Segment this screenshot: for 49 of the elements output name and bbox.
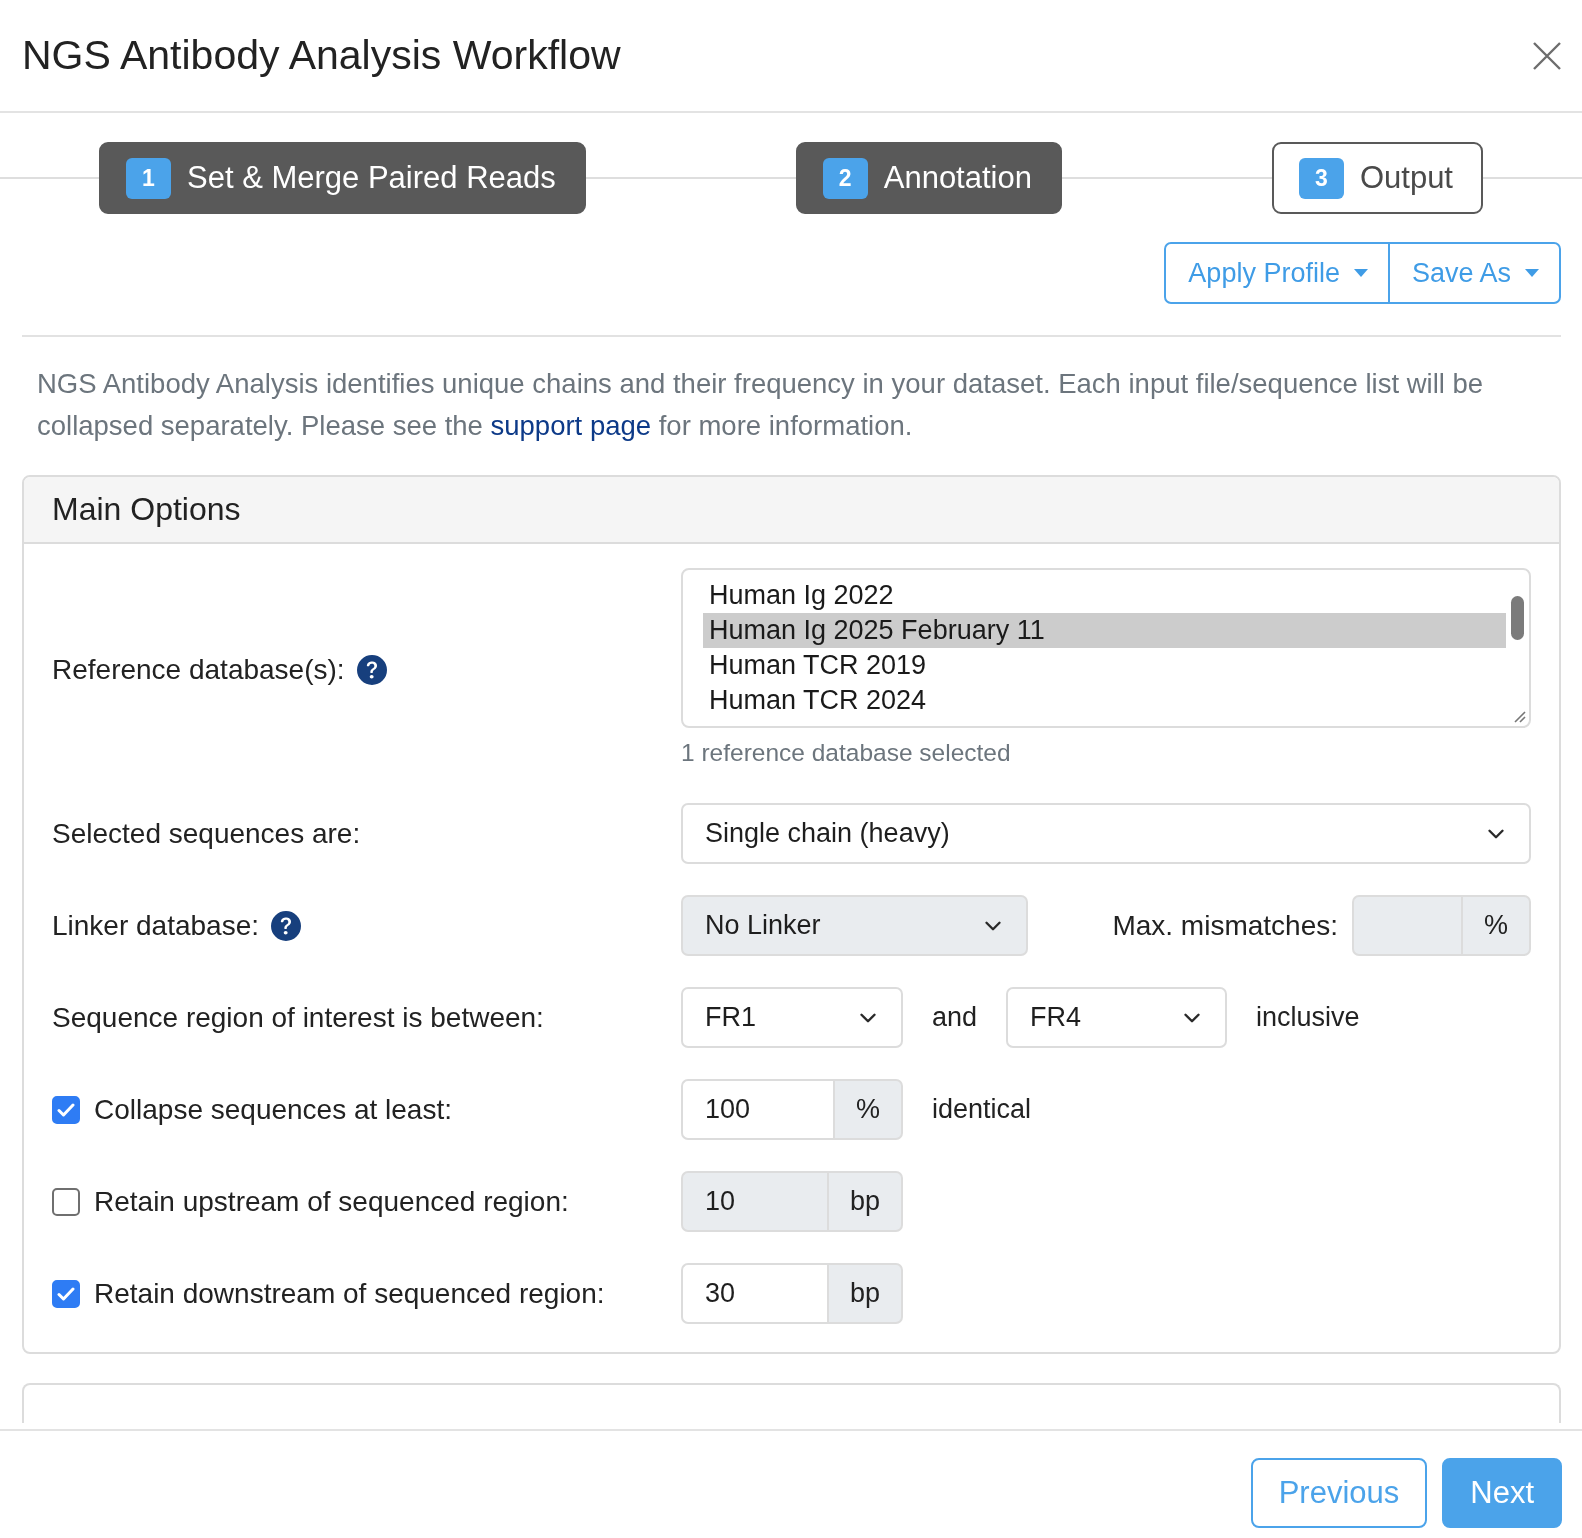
listbox-option[interactable]: Human TCR 2019	[703, 648, 1506, 683]
joiner-text: and	[932, 1002, 978, 1033]
number-input[interactable]: 30	[681, 1263, 827, 1324]
listbox-option[interactable]: Human Ig 2022	[703, 578, 1506, 613]
field-label: Collapse sequences at least:	[94, 1093, 452, 1126]
suffix-text: identical	[932, 1094, 1032, 1125]
checkbox[interactable]	[52, 1279, 80, 1308]
close-button[interactable]	[1532, 40, 1562, 71]
caret-icon	[1353, 269, 1368, 277]
help-icon[interactable]	[356, 655, 387, 685]
help-icon[interactable]	[271, 910, 302, 941]
dropdown[interactable]: Single chain (heavy)	[681, 803, 1531, 864]
step-tab[interactable]: 1 Set & Merge Paired Reads	[99, 142, 586, 214]
intro-text: NGS Antibody Analysis identifies unique chains and their frequency in your dataset. Each input file/sequence list will be collapsed separately. Please see the support page for more information.	[36, 367, 1485, 443]
caret-icon	[1525, 269, 1539, 277]
step-number: 2	[822, 157, 868, 199]
field-label: Retain upstream of sequenced region:	[94, 1185, 569, 1218]
checkmark-icon	[57, 1286, 75, 1301]
step-number: 1	[126, 157, 171, 199]
field-label: Linker database:	[52, 909, 260, 942]
listbox-option[interactable]: Human Ig 2025 February 11	[703, 613, 1506, 648]
checkbox[interactable]	[52, 1095, 80, 1124]
number-input[interactable]: 100	[681, 1079, 833, 1140]
unit-label: %	[1461, 895, 1531, 956]
listbox[interactable]: Human Ig 2022 Human Ig 2025 February 11 Human TCR 2019 Human TCR 2024	[681, 568, 1531, 728]
unit-label: bp	[826, 1171, 903, 1232]
field-label: Retain downstream of sequenced region:	[94, 1277, 605, 1310]
listbox-option[interactable]: Human TCR 2024	[703, 683, 1506, 718]
field-label: Reference database(s):	[52, 654, 345, 686]
step-number: 3	[1298, 157, 1344, 199]
support-link[interactable]: support page	[490, 410, 652, 441]
field-label: Selected sequences are:	[52, 817, 361, 850]
checkmark-icon	[57, 1102, 75, 1117]
helper-text: 1 reference database selected	[681, 739, 1012, 767]
dialog-title: NGS Antibody Analysis Workflow	[22, 32, 621, 79]
close-icon	[1532, 40, 1562, 71]
resize-grip-icon	[1512, 709, 1526, 723]
panel-title: Main Options	[24, 477, 1559, 544]
field-label: Sequence region of interest is between:	[52, 1001, 544, 1034]
scrollbar-thumb[interactable]	[1511, 596, 1524, 640]
unit-label: bp	[826, 1263, 903, 1324]
step-tab[interactable]: 2 Annotation	[795, 142, 1062, 214]
dropdown[interactable]: FR1	[681, 987, 903, 1048]
suffix-text: inclusive	[1256, 1002, 1360, 1033]
unit-label: %	[833, 1079, 903, 1140]
field-label: Max. mismatches:	[1112, 909, 1338, 942]
dropdown[interactable]: FR4	[1006, 987, 1228, 1048]
step-tab[interactable]: 3 Output	[1271, 142, 1483, 214]
checkbox[interactable]	[52, 1187, 80, 1216]
